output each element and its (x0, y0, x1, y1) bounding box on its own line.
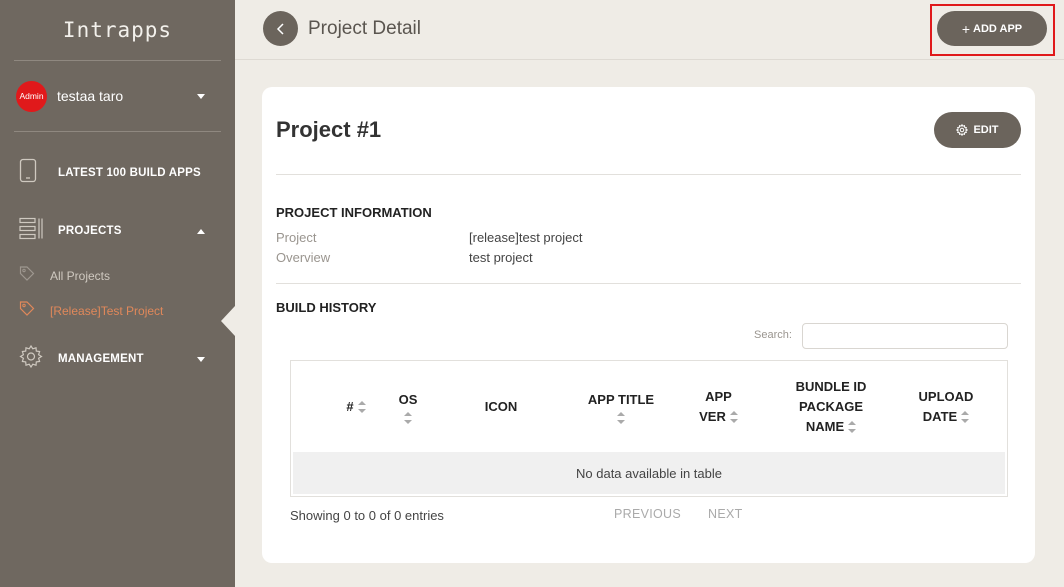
column-header-label: # (346, 398, 354, 414)
highlight-box (930, 4, 1055, 56)
sort-icon (357, 400, 366, 413)
column-header-label: ICON (484, 398, 518, 414)
column-header-app-title[interactable]: APP TITLE (571, 361, 671, 452)
empty-table-message: No data available in table (293, 452, 1005, 494)
overview-label: Overview (276, 250, 331, 265)
sort-icon (617, 411, 625, 424)
divider (276, 283, 1021, 284)
divider (14, 131, 221, 132)
column-header-label: UPLOAD (918, 388, 974, 404)
project-value: [release]test project (469, 230, 583, 245)
column-header-label: APP (705, 388, 732, 404)
chevron-down-icon (197, 94, 205, 99)
avatar: Admin (16, 80, 47, 112)
sidebar-item-latest-builds[interactable]: LATEST 100 BUILD APPS (0, 153, 235, 193)
sort-icon (961, 411, 970, 424)
tag-icon (19, 301, 35, 322)
sidebar-item-label: PROJECTS (58, 225, 122, 237)
column-header-app-ver[interactable]: APP VER (686, 361, 751, 452)
project-card: Project #1 EDIT PROJECT INFORMATION Proj… (262, 87, 1035, 563)
sidebar-item-label: LATEST 100 BUILD APPS (58, 167, 201, 179)
search-label: Search: (754, 329, 792, 341)
column-header-label: BUNDLE ID (795, 378, 867, 394)
page-title: Project Detail (308, 18, 421, 39)
user-name: testaa taro (57, 88, 124, 104)
edit-button[interactable]: EDIT (934, 112, 1021, 148)
column-header-label: APP TITLE (587, 391, 655, 407)
sort-icon (848, 421, 857, 434)
app-logo[interactable]: Intrapps (0, 0, 235, 60)
divider (276, 174, 1021, 175)
sort-icon (729, 411, 738, 424)
sidebar: Intrapps Admin testaa taro LATEST 100 BU… (0, 0, 235, 587)
column-header-label: PACKAGE (798, 398, 864, 414)
column-header-label: OS (398, 391, 418, 407)
project-title: Project #1 (276, 117, 382, 142)
overview-value: test project (469, 250, 533, 265)
column-header-icon: ICON (466, 361, 536, 452)
sidebar-item-management[interactable]: MANAGEMENT (0, 339, 235, 379)
gear-icon (19, 344, 43, 374)
sidebar-subitem-release-test-project[interactable]: [Release]Test Project (0, 296, 235, 326)
column-header-number[interactable]: # (336, 361, 376, 452)
gear-icon (956, 124, 969, 136)
sidebar-subitem-label: All Projects (50, 269, 111, 283)
tag-icon (19, 266, 35, 287)
smartphone-icon (19, 158, 37, 188)
active-indicator (221, 306, 235, 336)
user-menu[interactable]: Admin testaa taro (0, 61, 235, 131)
entries-info: Showing 0 to 0 of 0 entries (290, 508, 444, 523)
list-icon (19, 217, 43, 245)
back-button[interactable] (263, 11, 298, 46)
project-label: Project (276, 230, 317, 245)
column-header-label: VER (699, 408, 726, 424)
next-button[interactable]: NEXT (708, 507, 743, 521)
sort-icon (403, 411, 412, 424)
sidebar-subitem-all-projects[interactable]: All Projects (0, 261, 235, 291)
sidebar-item-label: MANAGEMENT (58, 353, 144, 365)
build-history-heading: BUILD HISTORY (276, 300, 377, 315)
build-history-table: # OS ICON APP TITLE APP VER BUNDLE ID PA… (290, 360, 1008, 497)
column-header-label: DATE (922, 408, 958, 424)
search-input[interactable] (802, 323, 1008, 349)
project-information-heading: PROJECT INFORMATION (276, 205, 432, 220)
chevron-down-icon (197, 357, 205, 362)
edit-label: EDIT (973, 124, 999, 136)
sidebar-item-projects[interactable]: PROJECTS (0, 211, 235, 251)
column-header-upload-date[interactable]: UPLOAD DATE (906, 361, 986, 452)
sidebar-subitem-label: [Release]Test Project (50, 304, 164, 318)
chevron-up-icon (197, 229, 205, 234)
chevron-left-icon (276, 22, 284, 35)
previous-button[interactable]: PREVIOUS (614, 507, 681, 521)
column-header-os[interactable]: OS (388, 361, 428, 452)
column-header-label: NAME (805, 418, 845, 434)
column-header-bundle-id[interactable]: BUNDLE ID PACKAGE NAME (776, 361, 886, 452)
